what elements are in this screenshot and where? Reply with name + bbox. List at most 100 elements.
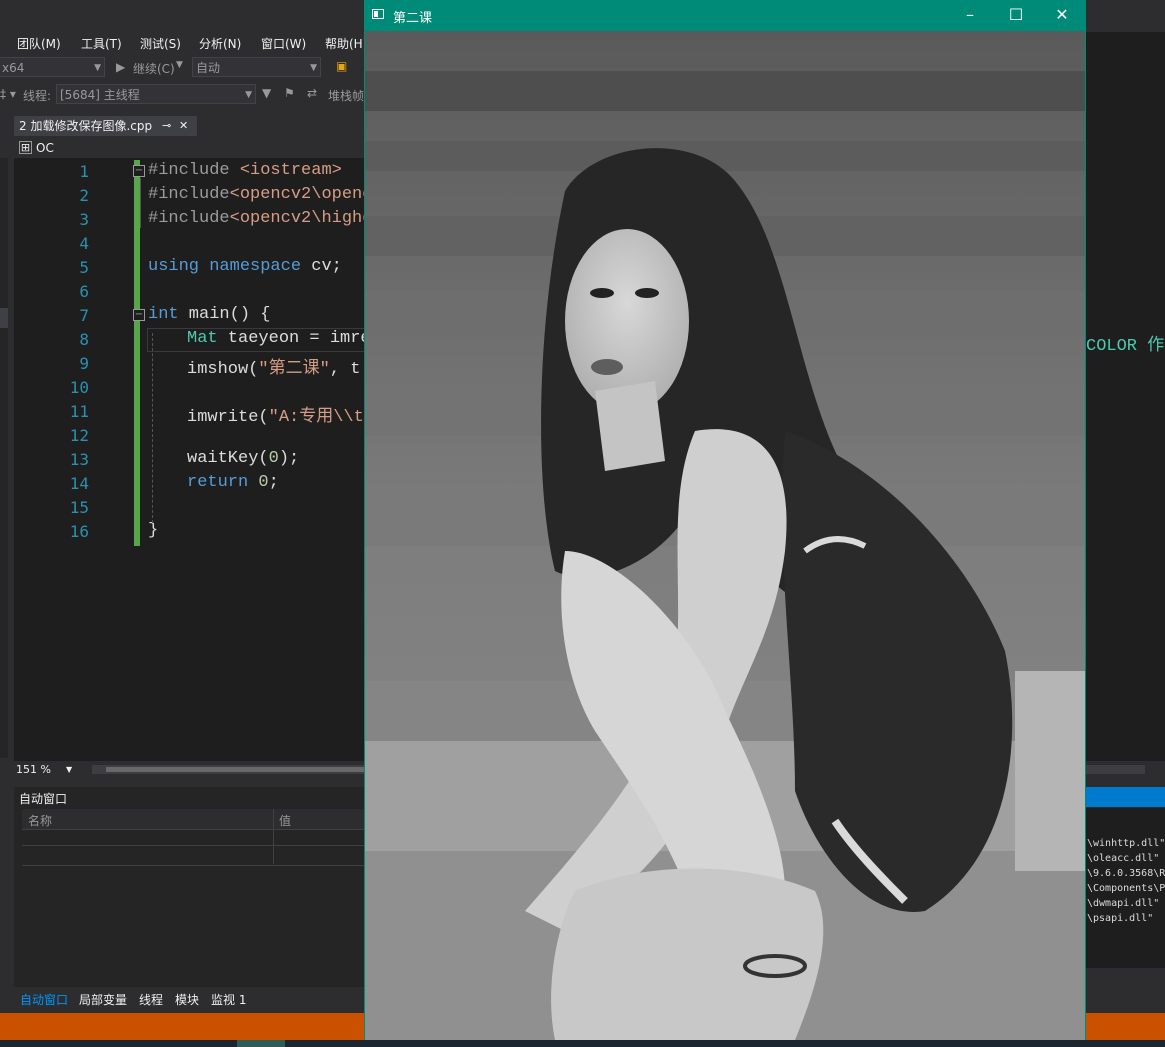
code-line-3: #include<opencv2\highg — [148, 209, 372, 228]
collapse-icon[interactable]: − — [133, 165, 145, 177]
output-line: \Components\P — [1087, 883, 1165, 894]
menu-test[interactable]: 测试(S) — [140, 35, 181, 52]
code-token: "A:专用\\t — [268, 408, 364, 427]
expand-icon: ‡ ▾ — [0, 87, 16, 101]
debug-tabs: 自动窗口 局部变量 线程 模块 监视 1 — [14, 987, 365, 1012]
taskbar — [0, 1040, 1165, 1047]
code-token: , t — [329, 360, 361, 379]
line-number: 8 — [79, 330, 89, 349]
project-scope[interactable]: OC — [36, 141, 54, 155]
row-divider — [22, 845, 365, 846]
menu-tools[interactable]: 工具(T) — [81, 35, 122, 52]
chevron-down-icon: ▼ — [94, 63, 101, 73]
code-token: #include — [148, 161, 240, 180]
zoom-value: 151 % — [16, 763, 51, 776]
code-token: } — [148, 521, 159, 540]
autos-panel: 自动窗口 名称 值 — [14, 787, 365, 987]
line-number: 16 — [69, 522, 89, 541]
tab-modules[interactable]: 模块 — [175, 991, 199, 1008]
taskbar-item[interactable] — [237, 1040, 285, 1047]
platform-combo[interactable]: x64 ▼ — [0, 57, 105, 77]
window-app-icon — [372, 9, 384, 19]
code-token: taeyeon = imre — [217, 329, 371, 348]
code-token: COLOR 作为 — [1086, 337, 1165, 356]
menu-team[interactable]: 团队(M) — [17, 35, 61, 52]
code-token: namespace — [209, 257, 302, 276]
folder-icon[interactable]: ▣ — [336, 59, 347, 73]
image-window[interactable]: 第二课 – ☐ ✕ — [364, 0, 1086, 1040]
close-button[interactable]: ✕ — [1039, 0, 1085, 30]
stack-icon[interactable]: ⇄ — [307, 86, 317, 100]
auto-combo[interactable]: 自动 ▼ — [192, 57, 321, 77]
filter-icon[interactable]: ▼ — [262, 86, 271, 100]
line-number: 11 — [69, 402, 89, 421]
line-number: 5 — [79, 258, 89, 277]
menu-help[interactable]: 帮助(H) — [325, 35, 367, 52]
menu-window[interactable]: 窗口(W) — [261, 35, 306, 52]
photo-illustration — [365, 31, 1085, 1040]
tab-threads[interactable]: 线程 — [139, 991, 163, 1008]
pin-icon[interactable]: ⊸ — [162, 116, 171, 136]
line-number: 4 — [79, 234, 89, 253]
menu-analyze[interactable]: 分析(N) — [199, 35, 241, 52]
chevron-down-icon: ▼ — [66, 765, 73, 774]
line-number: 1 — [79, 162, 89, 181]
code-line-5: using namespace cv; — [148, 257, 342, 276]
sidebar-scroll-thumb[interactable] — [0, 308, 8, 328]
code-token: <opencv2\highg — [229, 209, 373, 228]
line-number: 15 — [69, 498, 89, 517]
tab-watch[interactable]: 监视 1 — [211, 991, 246, 1008]
code-token: main() { — [178, 305, 271, 324]
panel-title: 自动窗口 — [19, 792, 68, 806]
code-token: Mat — [187, 329, 218, 348]
stack-frame-label: 堆栈帧 — [328, 89, 365, 103]
chevron-down-icon: ▼ — [245, 90, 252, 100]
continue-button[interactable]: 继续(C) — [133, 60, 175, 77]
output-line: \9.6.0.3568\R — [1087, 868, 1165, 879]
code-token: <iostream> — [239, 161, 342, 180]
line-number: 12 — [69, 426, 89, 445]
line-number: 2 — [79, 186, 89, 205]
navigation-bar: ⊞ OC — [14, 139, 365, 159]
zoom-combo[interactable]: 151 % ▼ — [16, 762, 76, 778]
output-line: \oleacc.dll" — [1087, 853, 1160, 864]
code-line-2: #include<opencv2\openc — [148, 185, 372, 204]
column-value[interactable]: 值 — [279, 812, 291, 829]
line-number: 14 — [69, 474, 89, 493]
line-number: 13 — [69, 450, 89, 469]
tab-cpp-file[interactable]: 2 加载修改保存图像.cpp ⊸ ✕ — [14, 116, 197, 136]
code-editor[interactable]: 1 2 3 4 5 6 7 8 9 10 11 12 13 14 15 16 −… — [14, 158, 379, 761]
code-line-1: #include <iostream> — [148, 161, 342, 180]
code-token: #include — [148, 209, 230, 228]
line-number: 9 — [79, 354, 89, 373]
chevron-down-icon: ▼ — [310, 63, 317, 73]
minimize-button[interactable]: – — [947, 0, 993, 30]
line-number: 3 — [79, 210, 89, 229]
code-token: imshow( — [187, 360, 259, 379]
code-token: using — [148, 257, 200, 276]
output-title-bar — [1086, 787, 1165, 807]
code-line-8-tail: COLOR 作为 — [1086, 330, 1165, 356]
tab-label: 2 加载修改保存图像.cpp — [19, 119, 153, 133]
maximize-button[interactable]: ☐ — [993, 0, 1039, 30]
scroll-thumb[interactable] — [106, 767, 376, 772]
grayscale-photo — [365, 31, 1085, 1040]
output-line: \winhttp.dll" — [1087, 838, 1165, 849]
collapse-icon[interactable]: − — [133, 309, 145, 321]
code-token: #include — [148, 185, 230, 204]
tab-autos[interactable]: 自动窗口 — [20, 991, 68, 1008]
thread-combo[interactable]: [5684] 主线程 ▼ — [56, 84, 256, 104]
code-token: ); — [278, 449, 300, 468]
code-line-7: int main() { — [148, 305, 270, 324]
play-icon: ▶ — [116, 60, 126, 74]
code-token: return — [187, 473, 249, 492]
close-icon[interactable]: ✕ — [179, 116, 188, 136]
thread-value: [5684] 主线程 — [60, 88, 140, 102]
tab-locals[interactable]: 局部变量 — [79, 991, 127, 1008]
code-token: cv; — [301, 257, 342, 276]
code-line-14: return 0; — [187, 473, 279, 492]
code-line-8: Mat taeyeon = imre — [187, 329, 371, 348]
output-lower-area — [1086, 968, 1165, 1013]
flag-icon[interactable]: ⚑ — [284, 86, 295, 100]
column-name[interactable]: 名称 — [28, 812, 52, 829]
